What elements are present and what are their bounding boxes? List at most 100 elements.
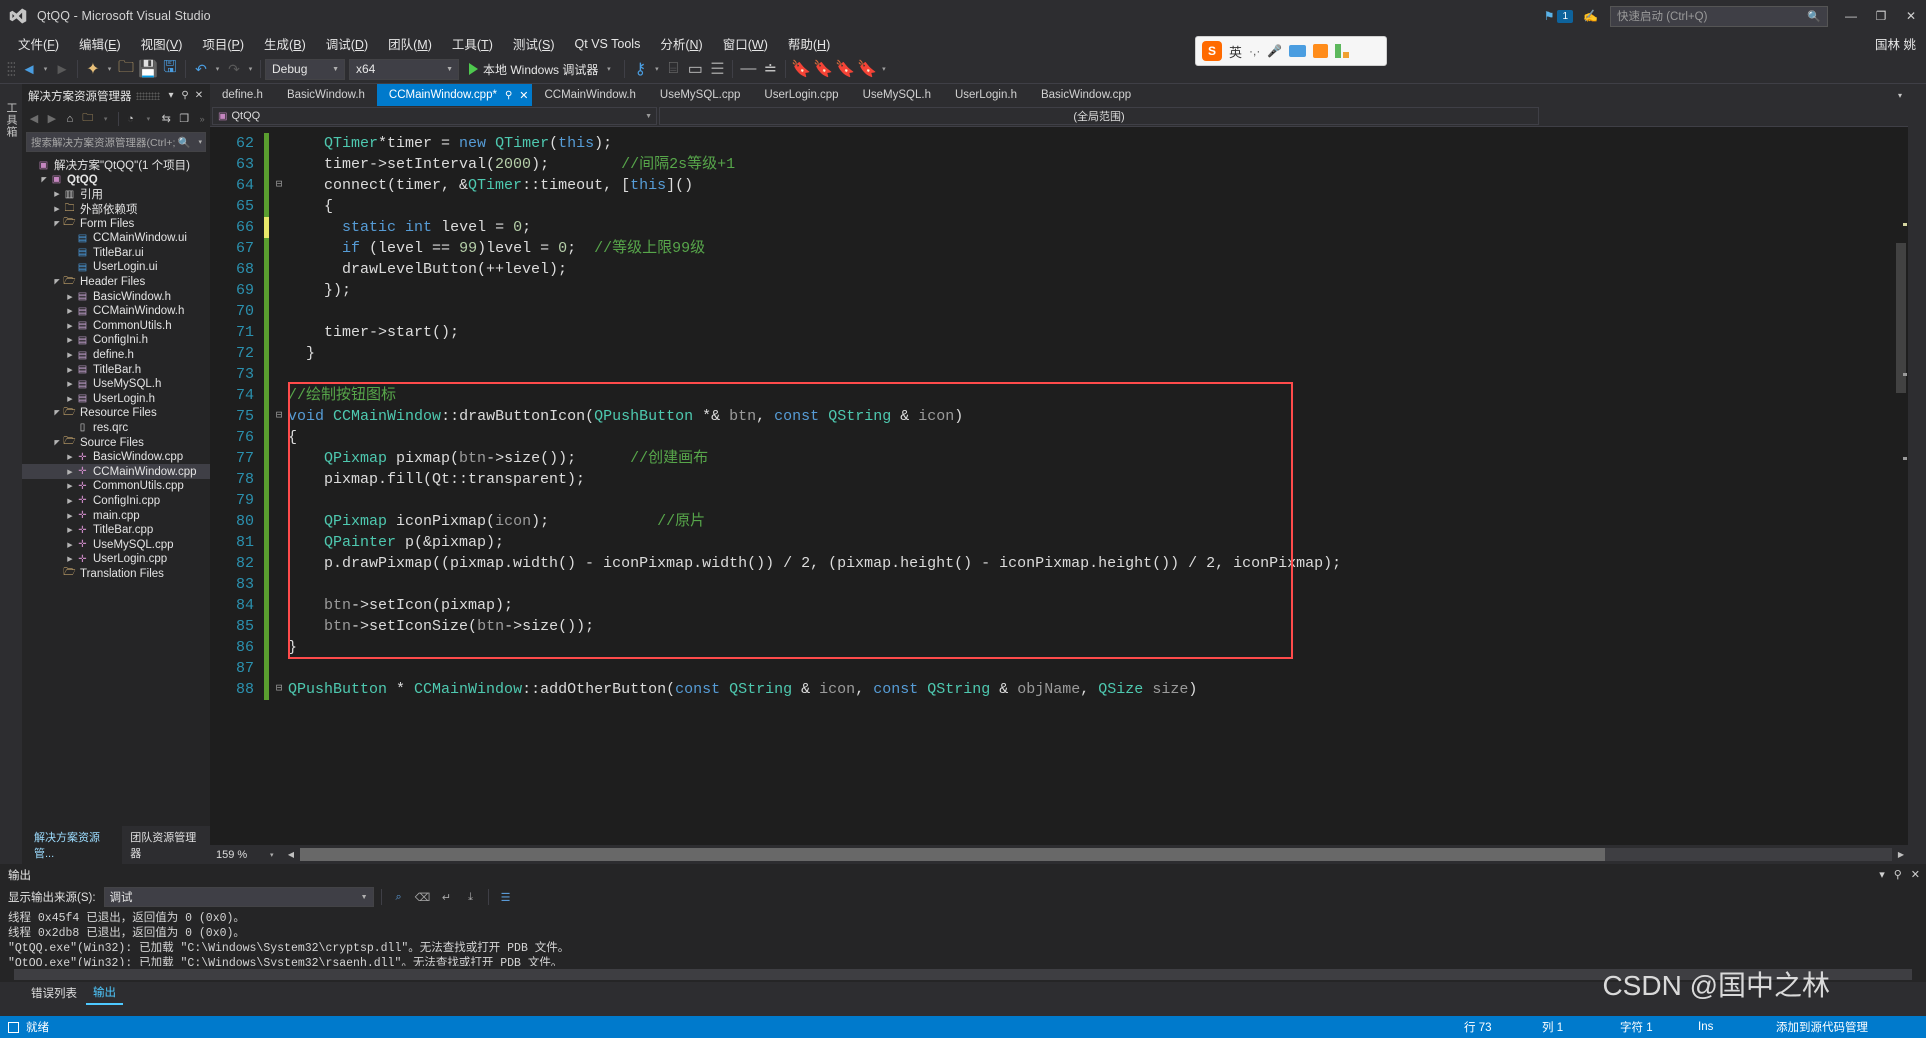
editor-tab-4[interactable]: CCMainWindow.h	[532, 84, 647, 106]
chevron-down-icon[interactable]: ▾	[164, 90, 178, 101]
step-over-icon[interactable]: ≐	[759, 58, 781, 80]
menu-item-5[interactable]: 生成(B)	[254, 32, 316, 55]
chevron-collapsed-icon[interactable]: ▶	[65, 395, 75, 403]
arrow-back-icon[interactable]: ◄	[18, 58, 40, 80]
pin-icon[interactable]: ⚲	[505, 90, 512, 101]
redo-icon[interactable]: ↷	[223, 58, 245, 80]
user-account-name[interactable]: 国林 姚	[1875, 34, 1916, 53]
feedback-icon[interactable]: ✍	[1583, 9, 1598, 23]
tree-item-12[interactable]: ▶▤ConfigIni.h	[22, 333, 210, 348]
new-project-dropdown-icon[interactable]: ▾	[104, 58, 115, 80]
back-dropdown-icon[interactable]: ▾	[40, 58, 51, 80]
solution-platform-combo[interactable]: x64 ▼	[349, 59, 459, 80]
debug-target-dropdown-icon[interactable]: ▾	[603, 58, 614, 80]
bookmark-next-icon[interactable]: 🔖	[834, 58, 856, 80]
undo-icon[interactable]: ↶	[190, 58, 212, 80]
code-folding-gutter[interactable]: ⊟ ⊟ ⊟	[270, 127, 288, 845]
chevron-expanded-icon[interactable]: ◢	[52, 439, 62, 447]
tree-item-23[interactable]: ▶✛ConfigIni.cpp	[22, 494, 210, 509]
back-icon[interactable]: ◀	[26, 109, 42, 128]
editor-vertical-scrollbar[interactable]	[1894, 127, 1908, 845]
chevron-down-icon[interactable]: ▾	[140, 109, 156, 128]
chevron-collapsed-icon[interactable]: ▶	[65, 468, 75, 476]
find-message-icon[interactable]: ⌕	[389, 887, 409, 907]
forward-icon[interactable]: ▶	[44, 109, 60, 128]
chevron-collapsed-icon[interactable]: ▶	[65, 380, 75, 388]
tree-item-1[interactable]: ◢▣QtQQ	[22, 173, 210, 188]
fold-toggle[interactable]: ⊟	[270, 406, 288, 427]
chevron-collapsed-icon[interactable]: ▶	[65, 555, 75, 563]
attach-process-icon[interactable]: ⚷	[629, 58, 651, 80]
chevron-collapsed-icon[interactable]: ▶	[65, 293, 75, 301]
properties-icon[interactable]: ☰	[496, 887, 516, 907]
solution-panel-tab-1[interactable]: 解决方案资源管...	[26, 826, 122, 864]
close-icon[interactable]: ✕	[519, 89, 528, 102]
fold-toggle[interactable]: ⊟	[270, 679, 288, 700]
navigation-member-combo[interactable]: (全局范围)	[659, 107, 1539, 125]
overflow-icon[interactable]: »	[194, 109, 210, 128]
properties-icon[interactable]: ❐	[176, 109, 192, 128]
chevron-down-icon[interactable]: ▾	[198, 138, 202, 146]
bottom-tab-2[interactable]: 输出	[86, 981, 123, 1005]
menu-item-1[interactable]: 文件(F)	[8, 32, 69, 55]
menu-item-9[interactable]: 测试(S)	[503, 32, 565, 55]
word-wrap-icon[interactable]: ↵	[437, 887, 457, 907]
close-icon[interactable]: ✕	[1911, 868, 1920, 881]
save-icon[interactable]: 💾	[137, 58, 159, 80]
chevron-expanded-icon[interactable]: ◢	[52, 278, 62, 286]
editor-tab-1[interactable]: define.h	[210, 84, 275, 106]
chevron-collapsed-icon[interactable]: ▶	[65, 366, 75, 374]
chevron-collapsed-icon[interactable]: ▶	[65, 336, 75, 344]
show-all-files-icon[interactable]: 🗀	[80, 109, 96, 128]
tree-item-9[interactable]: ▶▤BasicWindow.h	[22, 289, 210, 304]
tree-item-26[interactable]: ▶✛UseMySQL.cpp	[22, 537, 210, 552]
chevron-collapsed-icon[interactable]: ▶	[65, 322, 75, 330]
chevron-expanded-icon[interactable]: ◢	[52, 220, 62, 228]
bottom-tab-1[interactable]: 错误列表	[24, 982, 84, 1004]
window-layout-icon[interactable]: ▭	[684, 58, 706, 80]
scroll-right-icon[interactable]: ▶	[1894, 850, 1908, 859]
toolbox-strip-label[interactable]: 工具箱	[3, 102, 19, 138]
start-debugging-button[interactable]: 本地 Windows 调试器 ▾	[463, 58, 620, 80]
tree-item-7[interactable]: ▤UserLogin.ui	[22, 260, 210, 275]
tree-item-4[interactable]: ◢🗁Form Files	[22, 216, 210, 231]
menu-item-10[interactable]: Qt VS Tools	[565, 35, 651, 53]
microphone-icon[interactable]: 🎤	[1267, 44, 1282, 58]
output-source-combo[interactable]: 调试 ▼	[104, 887, 374, 907]
tree-item-2[interactable]: ▶▥引用	[22, 187, 210, 202]
chevron-collapsed-icon[interactable]: ▶	[65, 351, 75, 359]
sync-icon[interactable]: ⇆	[158, 109, 174, 128]
chevron-collapsed-icon[interactable]: ▶	[65, 526, 75, 534]
build-configuration-icon[interactable]: ⌸	[662, 58, 684, 80]
menu-item-2[interactable]: 编辑(E)	[69, 32, 131, 55]
menu-item-3[interactable]: 视图(V)	[131, 32, 193, 55]
pin-icon[interactable]: ⚲	[178, 90, 192, 101]
tree-item-28[interactable]: 🗁Translation Files	[22, 567, 210, 582]
tree-item-0[interactable]: ▣解决方案"QtQQ"(1 个项目)	[22, 158, 210, 173]
bookmark-clear-icon[interactable]: 🔖	[856, 58, 878, 80]
scrollbar-thumb[interactable]	[300, 848, 1605, 861]
list-icon[interactable]: ☰	[706, 58, 728, 80]
fold-toggle[interactable]: ⊟	[270, 175, 288, 196]
tree-item-15[interactable]: ▶▤UseMySQL.h	[22, 377, 210, 392]
search-icon[interactable]: 🔍	[1807, 10, 1821, 23]
toolbar-grip[interactable]	[7, 61, 15, 77]
clear-all-icon[interactable]: ⌫	[413, 887, 433, 907]
chevron-collapsed-icon[interactable]: ▶	[65, 512, 75, 520]
scrollbar-thumb[interactable]	[1896, 243, 1906, 393]
chevron-collapsed-icon[interactable]: ▶	[65, 307, 75, 315]
chevron-down-icon[interactable]: ▾	[1879, 868, 1885, 881]
editor-tab-3[interactable]: CCMainWindow.cpp*⚲✕	[377, 84, 533, 106]
tree-item-17[interactable]: ◢🗁Resource Files	[22, 406, 210, 421]
output-log-text[interactable]: 线程 0x45f4 已退出，返回值为 0 (0x0)。线程 0x2db8 已退出…	[0, 909, 1926, 966]
undo-dropdown-icon[interactable]: ▾	[212, 58, 223, 80]
menu-item-6[interactable]: 调试(D)	[316, 32, 378, 55]
open-file-icon[interactable]: 🗀	[115, 58, 137, 80]
solution-explorer-search-input[interactable]: 搜索解决方案资源管理器(Ctrl+; 🔍 ▾	[26, 132, 206, 152]
navigation-scope-combo[interactable]: ▣ QtQQ ▼	[212, 107, 657, 125]
tree-item-19[interactable]: ◢🗁Source Files	[22, 435, 210, 450]
bookmark-prev-icon[interactable]: 🔖	[812, 58, 834, 80]
notifications-button[interactable]: ⚑ 1	[1544, 9, 1573, 23]
tree-item-8[interactable]: ◢🗁Header Files	[22, 275, 210, 290]
sogou-ime-toolbar[interactable]: S 英 ·,· 🎤	[1195, 36, 1387, 66]
